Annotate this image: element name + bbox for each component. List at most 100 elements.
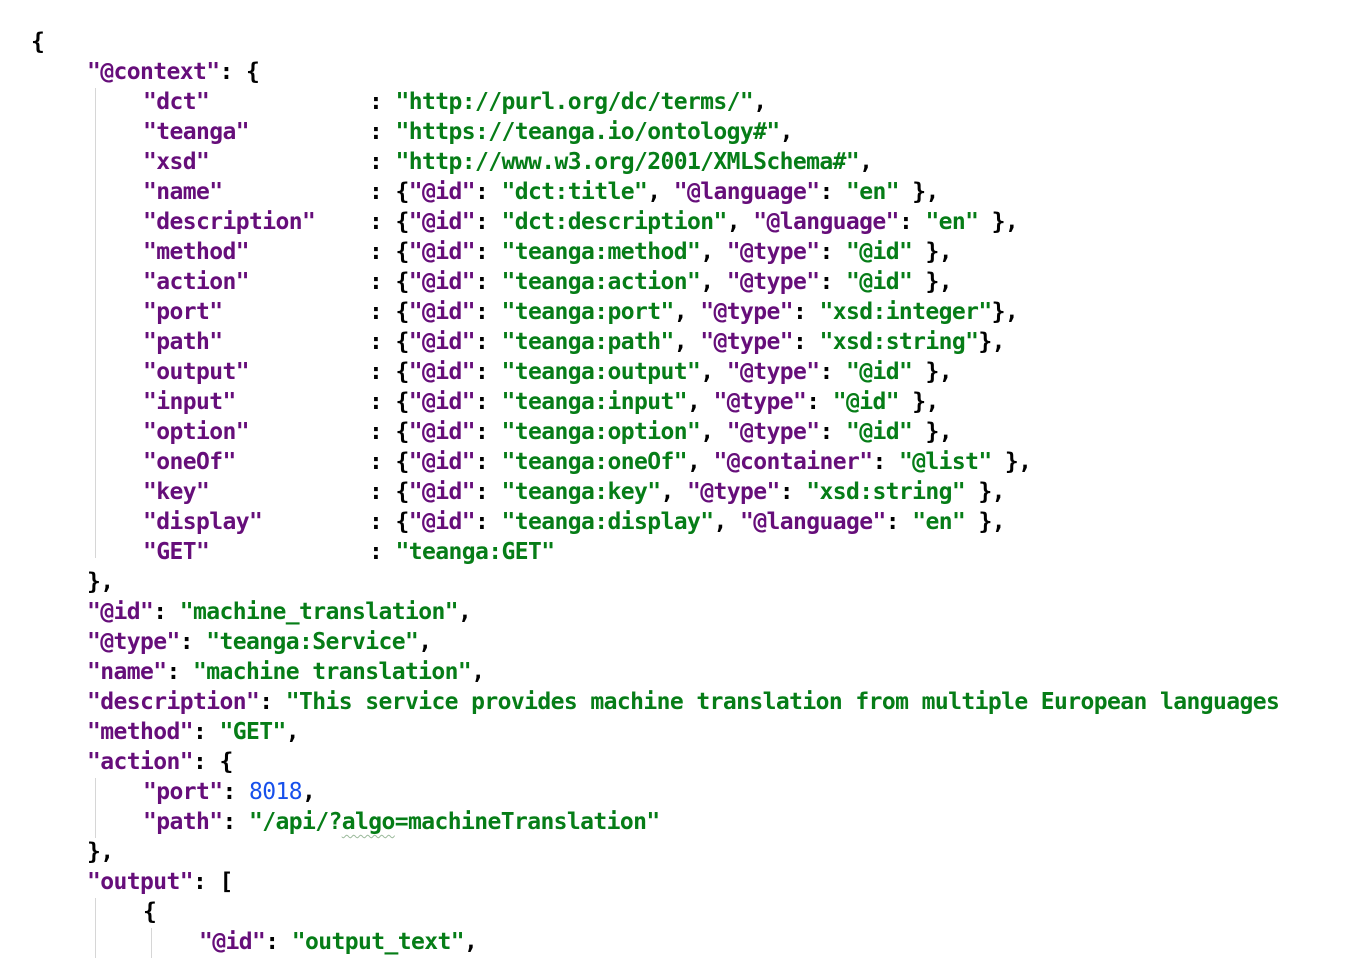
punctuation: : [475,269,502,295]
field-line: "@id": "machine_translation", [31,597,1279,627]
punctuation: : [885,509,913,535]
json-key: "action" [87,749,194,775]
json-key: "port" [143,779,223,805]
output-line: "output": [ [31,867,1279,897]
context-entry-value: "teanga:GET" [395,539,556,565]
punctuation: , [700,239,727,265]
open-brace: { [31,29,45,55]
output-item-open-line: { [31,897,1279,927]
json-key: "@type" [700,329,793,355]
punctuation: , [700,359,727,385]
context-entry-attr-value: "@id" [845,239,913,265]
punctuation: }, [898,179,939,205]
punctuation: : [265,929,292,955]
path-line: "path": "/api/?algo=machineTranslation" [31,807,1279,837]
context-entry-line: "path": {"@id": "teanga:path", "@type": … [31,327,1279,357]
json-string-value: =machineTranslation" [394,809,661,835]
json-string-value: "teanga:Service" [206,629,419,655]
punctuation: : [369,389,396,415]
json-key: "@id" [408,449,476,475]
json-string-value: "This service provides machine translati… [285,689,1280,715]
punctuation: : [819,239,846,265]
punctuation: : [475,449,502,475]
punctuation: : [369,419,396,445]
typo-highlight: algo [341,809,396,835]
context-entry-attr-value: "@list" [898,449,992,475]
punctuation: }, [991,299,1019,325]
punctuation: : [475,479,502,505]
json-key: "@type" [726,419,820,445]
context-entry-id: "dct:description" [501,209,728,235]
punctuation: : [259,689,286,715]
context-entry-line: "input": {"@id": "teanga:input", "@type"… [31,387,1279,417]
punctuation: : [369,509,396,535]
punctuation: , [647,179,674,205]
context-entry-key: "description" [143,209,316,235]
context-entry-id: "teanga:input" [501,389,688,415]
context-entry-attr-value: "@id" [845,269,913,295]
context-entry-key: "key" [143,479,210,505]
json-key: "@id" [408,299,476,325]
json-string-value: "machine translation" [192,659,472,685]
punctuation: { [395,509,410,535]
context-entry-id: "teanga:output" [501,359,701,385]
code-editor[interactable]: {"@context": {"dct": "http://purl.org/dc… [0,0,1360,958]
context-entry-id: "teanga:path" [501,329,675,355]
json-key: "@id" [408,389,476,415]
json-code[interactable]: {"@context": {"dct": "http://purl.org/dc… [31,27,1280,957]
punctuation: }, [965,479,1005,505]
context-entry-line: "output": {"@id": "teanga:output", "@typ… [31,357,1279,387]
context-entry-id: "teanga:method" [501,239,701,265]
punctuation: : [192,719,220,745]
punctuation: : [369,329,396,355]
context-entry-key: "action" [143,269,250,295]
punctuation: : [475,239,502,265]
punctuation: { [395,269,410,295]
punctuation: : [369,359,396,385]
punctuation: : [819,269,846,295]
punctuation: , [301,779,316,805]
punctuation: { [395,329,410,355]
json-key: "@id" [408,329,476,355]
punctuation: , [753,89,767,115]
punctuation: : [369,149,396,175]
context-entry-attr-value: "en" [925,209,979,235]
punctuation: : [ [192,869,233,895]
context-entry-line: "dct": "http://purl.org/dc/terms/", [31,87,1279,117]
punctuation: , [779,119,794,145]
punctuation: : [819,419,846,445]
punctuation: , [686,389,714,415]
punctuation: : [369,119,396,145]
context-entry-key: "GET" [143,539,210,565]
punctuation: : [475,419,502,445]
context-entry-id: "teanga:port" [501,299,675,325]
context-entry-line: "port": {"@id": "teanga:port", "@type": … [31,297,1279,327]
punctuation: }, [87,569,114,595]
punctuation: : [475,179,502,205]
punctuation: : [369,89,396,115]
punctuation: , [859,149,873,175]
context-entry-line: "display": {"@id": "teanga:display", "@l… [31,507,1279,537]
json-key: "output" [87,869,194,895]
punctuation: }, [87,839,114,865]
context-entry-key: "dct" [143,89,210,115]
context-entry-key: "method" [143,239,250,265]
context-entry-value: "http://purl.org/dc/terms/" [395,89,754,115]
punctuation: : [475,299,502,325]
punctuation: : [475,209,502,235]
punctuation: : [369,239,396,265]
punctuation: : [898,209,926,235]
json-key: "@id" [408,359,476,385]
punctuation: , [285,719,300,745]
punctuation: , [686,449,714,475]
punctuation: { [395,359,410,385]
context-entry-line: "option": {"@id": "teanga:option", "@typ… [31,417,1279,447]
json-key: "@type" [686,479,780,505]
context-entry-value: "http://www.w3.org/2001/XMLSchema#" [395,149,860,175]
context-entry-key: "port" [143,299,223,325]
action-line: "action": { [31,747,1279,777]
punctuation: { [395,389,410,415]
punctuation: , [713,509,740,535]
punctuation: }, [912,239,952,265]
json-key: "description" [87,689,260,715]
